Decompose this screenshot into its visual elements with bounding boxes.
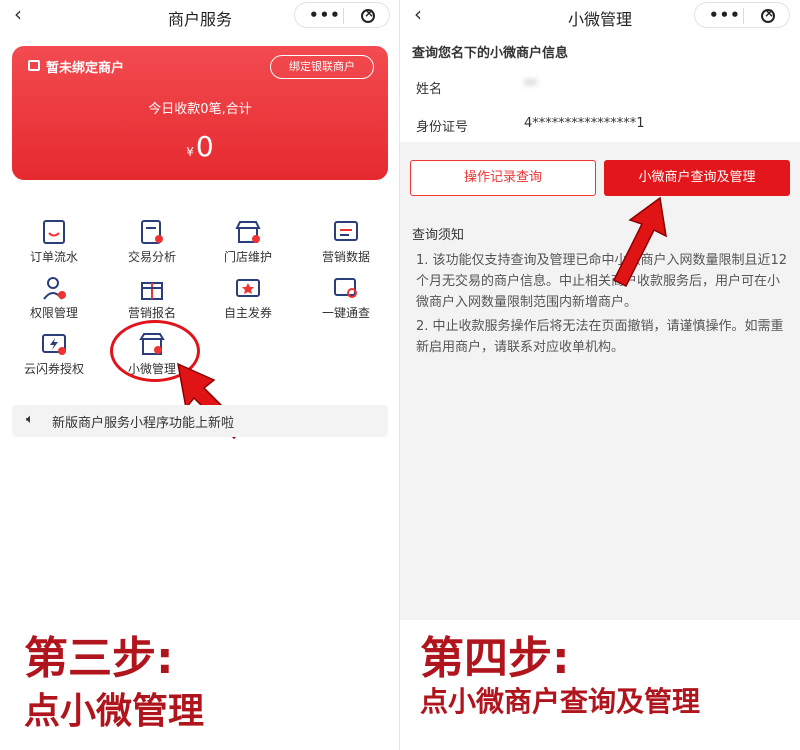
func-permission[interactable]: 权限管理 — [4, 274, 104, 321]
func-label: 营销数据 — [321, 250, 370, 264]
red-arrow-icon — [612, 196, 667, 288]
shop-icon — [28, 60, 40, 71]
mini-program-capsule: ••• — [294, 2, 390, 28]
capsule-divider — [743, 8, 744, 24]
step-instruction: 点小微管理 — [24, 691, 205, 732]
trade-analysis-icon — [141, 220, 163, 244]
today-summary: 今日收款0笔,合计 — [148, 102, 252, 117]
notice-bar[interactable]: 🔈︎ 新版商户服务小程序功能上新啦 — [12, 405, 388, 437]
mini-program-capsule: ••• — [694, 2, 790, 28]
func-label: 交易分析 — [127, 250, 176, 264]
func-one-click-query[interactable]: 一键通查 — [296, 274, 396, 321]
lightning-coupon-icon — [42, 334, 66, 355]
close-icon[interactable] — [361, 6, 375, 23]
right-screen: ‹ 小微管理 ••• 查询您名下的小微商户信息 姓名 ** 身份证号 4****… — [400, 0, 800, 750]
func-cloud-coupon[interactable]: 云闪券授权 — [4, 330, 104, 377]
currency-symbol: ¥ — [186, 145, 194, 159]
more-icon[interactable]: ••• — [709, 6, 741, 24]
note-item: 1. 该功能仅支持查询及管理已命中小微商户入网数量限制且近12个月无交易的商户信… — [416, 253, 788, 310]
store-icon — [235, 221, 261, 243]
step-heading: 第四步: — [420, 633, 570, 684]
today-amount: ¥0 — [12, 130, 388, 163]
small-merchant-manage-button[interactable]: 小微商户查询及管理 — [604, 160, 790, 196]
speaker-icon: 🔈︎ — [26, 412, 34, 427]
id-label: 身份证号 — [416, 120, 469, 135]
more-icon[interactable]: ••• — [309, 6, 341, 24]
search-card-icon — [334, 278, 357, 298]
func-order-list[interactable]: 订单流水 — [4, 218, 104, 265]
name-label: 姓名 — [416, 82, 443, 97]
func-store[interactable]: 门店维护 — [198, 218, 298, 265]
capsule-divider — [343, 8, 344, 24]
func-label: 一键通查 — [321, 306, 370, 320]
merchant-info-card: 查询您名下的小微商户信息 姓名 ** 身份证号 4***************… — [400, 36, 800, 142]
func-label: 营销报名 — [127, 306, 176, 320]
func-label: 云闪券授权 — [23, 362, 84, 376]
operation-records-button[interactable]: 操作记录查询 — [410, 160, 596, 196]
step-heading: 第三步: — [24, 633, 174, 684]
user-permission-icon — [43, 277, 66, 300]
coupon-star-icon — [236, 279, 260, 297]
func-label: 权限管理 — [29, 306, 78, 320]
func-marketing-signup[interactable]: 营销报名 — [102, 274, 202, 321]
close-icon[interactable] — [761, 6, 775, 23]
nav-bar: ‹ 商户服务 ••• — [0, 0, 400, 32]
marketing-data-icon — [334, 221, 358, 241]
name-value: ** — [524, 78, 537, 93]
func-trade-analysis[interactable]: 交易分析 — [102, 218, 202, 265]
func-label: 门店维护 — [223, 250, 272, 264]
amount-value: 0 — [195, 130, 214, 163]
notice-text: 新版商户服务小程序功能上新啦 — [52, 416, 235, 431]
func-issue-coupon[interactable]: 自主发券 — [198, 274, 298, 321]
info-heading: 查询您名下的小微商户信息 — [412, 46, 569, 61]
merchant-status: 暂未绑定商户 — [46, 61, 125, 76]
bind-merchant-button[interactable]: 绑定银联商户 — [270, 55, 374, 79]
id-value: 4****************1 — [524, 116, 645, 131]
nav-bar: ‹ 小微管理 ••• — [400, 0, 800, 32]
func-label: 自主发券 — [223, 306, 272, 320]
step-instruction: 点小微商户查询及管理 — [420, 685, 701, 718]
left-screen: ‹ 商户服务 ••• 暂未绑定商户 绑定银联商户 今日收款0笔,合计 ¥0 订单… — [0, 0, 400, 750]
func-marketing-data[interactable]: 营销数据 — [296, 218, 396, 265]
notes-title: 查询须知 — [412, 228, 465, 243]
merchant-card: 暂未绑定商户 绑定银联商户 今日收款0笔,合计 ¥0 — [12, 46, 388, 180]
order-list-icon — [43, 220, 65, 244]
gift-box-icon — [141, 282, 163, 300]
note-item: 2. 中止收款服务操作后将无法在页面撤销，请谨慎操作。如需重新启用商户，请联系对… — [416, 319, 784, 355]
func-label: 订单流水 — [29, 250, 78, 264]
